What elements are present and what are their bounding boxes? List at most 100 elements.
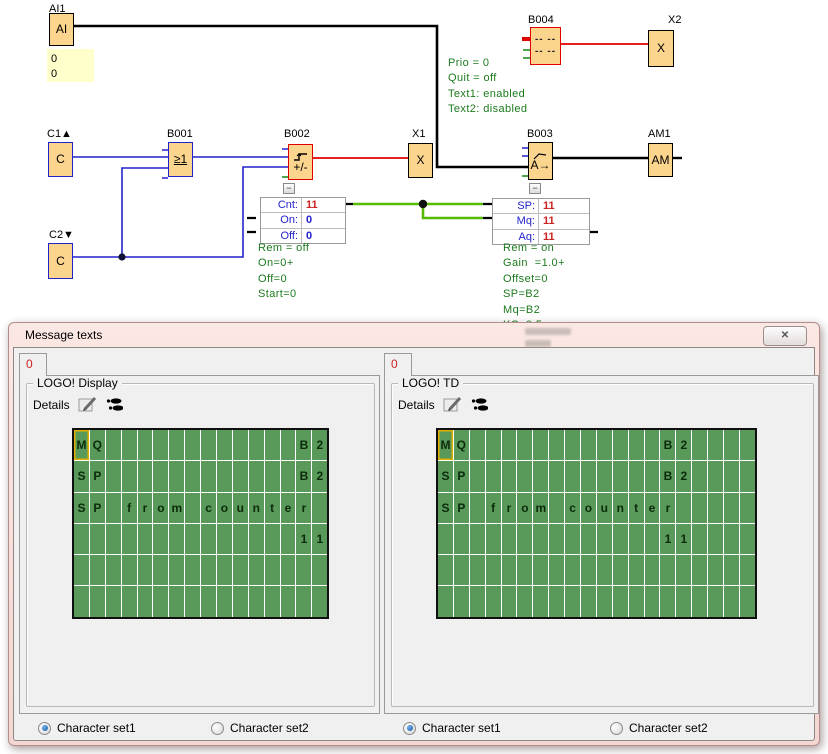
display-cell[interactable] <box>265 586 280 616</box>
block-c1-cursor-up[interactable]: C <box>48 142 73 177</box>
display-cell[interactable] <box>90 524 105 554</box>
display-cell[interactable] <box>185 524 200 554</box>
display-cell[interactable] <box>217 524 232 554</box>
display-cell[interactable] <box>708 555 723 585</box>
display-cell[interactable] <box>645 524 660 554</box>
b003-parameter-table[interactable]: SP:11Mq:11Aq:11 <box>492 198 590 245</box>
display-cell[interactable] <box>153 586 168 616</box>
display-cell[interactable] <box>629 555 644 585</box>
display-cell[interactable]: M <box>438 430 453 460</box>
display-cell[interactable] <box>249 430 264 460</box>
display-cell[interactable] <box>740 430 755 460</box>
display-cell[interactable]: P <box>454 461 469 491</box>
display-cell[interactable] <box>470 461 485 491</box>
display-cell[interactable] <box>565 586 580 616</box>
display-cell[interactable] <box>502 430 517 460</box>
display-cell[interactable] <box>122 430 137 460</box>
display-cell[interactable]: o <box>217 493 232 523</box>
display-cell[interactable] <box>486 430 501 460</box>
radio-unselected-icon[interactable] <box>610 722 623 735</box>
display-cell[interactable]: e <box>645 493 660 523</box>
display-cell[interactable] <box>740 555 755 585</box>
block-b003-analog-amplifier[interactable]: A→ <box>528 142 553 180</box>
display-cell[interactable] <box>185 555 200 585</box>
display-cell[interactable] <box>169 555 184 585</box>
display-cell[interactable] <box>613 586 628 616</box>
display-cell[interactable]: 2 <box>676 461 691 491</box>
display-cell[interactable] <box>676 493 691 523</box>
display-cell[interactable] <box>169 586 184 616</box>
display-cell[interactable]: r <box>660 493 675 523</box>
display-cell[interactable] <box>597 461 612 491</box>
display-cell[interactable] <box>517 524 532 554</box>
display-cell[interactable] <box>106 586 121 616</box>
display-cell[interactable] <box>233 430 248 460</box>
display-cell[interactable]: B <box>296 430 311 460</box>
display-cell[interactable] <box>486 524 501 554</box>
display-cell[interactable] <box>708 461 723 491</box>
display-cell[interactable] <box>281 461 296 491</box>
edit-icon[interactable] <box>443 396 463 413</box>
display-cell[interactable]: f <box>122 493 137 523</box>
display-cell[interactable] <box>549 493 564 523</box>
display-cell[interactable] <box>676 555 691 585</box>
display-cell[interactable] <box>724 586 739 616</box>
analog-note[interactable]: 00 <box>47 49 94 82</box>
display-cell[interactable]: 2 <box>312 430 327 460</box>
display-cell[interactable] <box>312 555 327 585</box>
parameter-row[interactable]: On:0 <box>261 213 345 228</box>
display-cell[interactable]: c <box>565 493 580 523</box>
display-cell[interactable]: S <box>438 461 453 491</box>
display-cell[interactable]: o <box>153 493 168 523</box>
block-b001-or-gate[interactable]: ≥1 <box>168 142 193 177</box>
display-cell[interactable] <box>122 555 137 585</box>
display-cell[interactable] <box>312 586 327 616</box>
display-cell[interactable] <box>281 555 296 585</box>
display-charset1-option[interactable]: Character set1 <box>38 718 136 738</box>
display-cell[interactable] <box>217 586 232 616</box>
display-cell[interactable] <box>533 524 548 554</box>
radio-unselected-icon[interactable] <box>211 722 224 735</box>
display-cell[interactable] <box>629 430 644 460</box>
display-cell[interactable] <box>581 555 596 585</box>
display-cell[interactable] <box>740 524 755 554</box>
edit-icon[interactable] <box>78 396 98 413</box>
display-cell[interactable]: u <box>597 493 612 523</box>
display-cell[interactable] <box>692 555 707 585</box>
display-cell[interactable] <box>185 586 200 616</box>
display-cell[interactable] <box>265 555 280 585</box>
display-cell[interactable] <box>265 461 280 491</box>
display-cell[interactable] <box>169 430 184 460</box>
display-cell[interactable] <box>629 461 644 491</box>
display-cell[interactable]: 1 <box>676 524 691 554</box>
display-cell[interactable] <box>486 461 501 491</box>
display-cell[interactable]: r <box>296 493 311 523</box>
display-cell[interactable]: u <box>233 493 248 523</box>
display-cell[interactable] <box>724 524 739 554</box>
display-cell[interactable]: M <box>74 430 89 460</box>
block-ai1[interactable]: AI <box>49 13 74 46</box>
display-cell[interactable]: B <box>660 430 675 460</box>
display-cell[interactable] <box>502 555 517 585</box>
display-cell[interactable]: B <box>660 461 675 491</box>
radio-selected-icon[interactable] <box>38 722 51 735</box>
display-cell[interactable]: r <box>502 493 517 523</box>
display-cell[interactable] <box>502 524 517 554</box>
display-cell[interactable] <box>454 555 469 585</box>
display-cell[interactable]: m <box>533 493 548 523</box>
display-cell[interactable] <box>724 493 739 523</box>
display-cell[interactable] <box>312 493 327 523</box>
display-cell[interactable] <box>708 586 723 616</box>
display-charset2-option[interactable]: Character set2 <box>211 718 309 738</box>
display-cell[interactable] <box>517 430 532 460</box>
display-cell[interactable] <box>724 555 739 585</box>
display-cell[interactable] <box>597 430 612 460</box>
display-cell[interactable] <box>629 524 644 554</box>
display-cell[interactable] <box>565 555 580 585</box>
display-cell[interactable] <box>438 524 453 554</box>
display-cell[interactable] <box>597 555 612 585</box>
display-cell[interactable] <box>549 555 564 585</box>
display-cell[interactable]: f <box>486 493 501 523</box>
display-cell[interactable] <box>185 493 200 523</box>
display-cell[interactable]: Q <box>90 430 105 460</box>
